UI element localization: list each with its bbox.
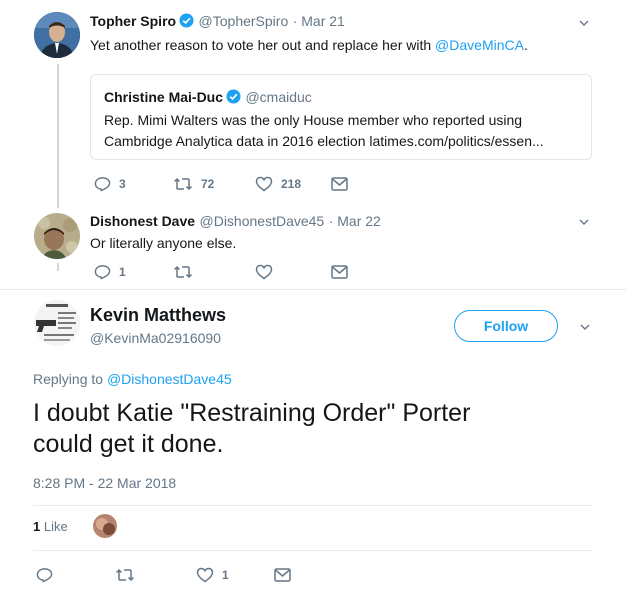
- reply-icon: [94, 177, 111, 192]
- author-handle[interactable]: @DishonestDave45: [200, 213, 325, 229]
- divider: [0, 289, 626, 290]
- verified-badge-icon: [226, 89, 241, 104]
- thread-line: [57, 263, 59, 271]
- liker-avatar[interactable]: [93, 514, 117, 538]
- tweet-date[interactable]: · Mar 21: [293, 13, 345, 29]
- author-name[interactable]: Dishonest Dave: [90, 213, 195, 229]
- divider: [33, 505, 593, 506]
- avatar[interactable]: [34, 213, 80, 259]
- retweet-button[interactable]: [173, 264, 193, 280]
- retweet-icon: [173, 177, 193, 191]
- heart-icon: [255, 264, 273, 280]
- reply-button[interactable]: [36, 567, 53, 583]
- reply-icon: [94, 265, 111, 280]
- tweet-text-part: .: [523, 37, 528, 53]
- like-button[interactable]: [255, 264, 273, 280]
- chevron-down-icon[interactable]: [579, 217, 589, 227]
- tweet-text: I doubt Katie "Restraining Order" Porter…: [33, 398, 470, 460]
- author-name[interactable]: Topher Spiro: [90, 13, 176, 29]
- avatar[interactable]: [34, 300, 80, 346]
- tweet-text: Or literally anyone else.: [90, 235, 237, 251]
- retweet-count: 72: [201, 177, 215, 191]
- likes-label: Like: [40, 519, 68, 534]
- quoted-tweet[interactable]: Christine Mai-Duc @cmaiduc Rep. Mimi Wal…: [90, 74, 592, 160]
- thread-line: [57, 64, 59, 208]
- envelope-icon: [331, 265, 348, 279]
- direct-message-button[interactable]: [331, 265, 348, 279]
- heart-icon: [255, 176, 273, 192]
- tweet-text-part: Yet another reason to vote her out and r…: [90, 37, 436, 53]
- direct-message-button[interactable]: [331, 177, 348, 191]
- follow-button[interactable]: Follow: [454, 310, 558, 342]
- like-button[interactable]: 218: [255, 176, 301, 192]
- reply-button[interactable]: 3: [94, 176, 126, 192]
- chevron-down-icon[interactable]: [579, 18, 589, 28]
- replying-to: Replying to @DishonestDave45: [33, 371, 232, 387]
- retweet-button[interactable]: 72: [173, 176, 214, 192]
- like-button[interactable]: 1: [196, 567, 229, 583]
- mention-link[interactable]: @DaveMinCA: [435, 37, 524, 53]
- tweet-date[interactable]: · Mar 22: [329, 213, 381, 229]
- tweet-timestamp[interactable]: 8:28 PM - 22 Mar 2018: [33, 475, 176, 491]
- author-handle[interactable]: @TopherSpiro: [199, 13, 289, 29]
- author-name[interactable]: Kevin Matthews: [90, 305, 226, 326]
- quoted-text-line: Cambridge Analytica data in 2016 electio…: [104, 133, 544, 149]
- avatar[interactable]: [34, 12, 80, 58]
- heart-icon: [196, 567, 214, 583]
- like-count: 1: [222, 568, 229, 582]
- like-count: 218: [281, 177, 302, 191]
- likes-summary[interactable]: 1 Like: [33, 519, 68, 534]
- follow-label: Follow: [483, 318, 529, 334]
- quoted-author-handle: @cmaiduc: [245, 89, 312, 105]
- envelope-icon: [274, 568, 291, 582]
- quoted-author-name: Christine Mai-Duc: [104, 89, 224, 105]
- retweet-button[interactable]: [115, 567, 135, 583]
- tweet-text: Yet another reason to vote her out and r…: [90, 37, 528, 53]
- retweet-icon: [173, 265, 193, 279]
- tweet-text-line: I doubt Katie "Restraining Order" Porter: [33, 399, 471, 427]
- direct-message-button[interactable]: [274, 568, 291, 582]
- reply-icon: [36, 568, 53, 583]
- tweet-text-line: could get it done.: [33, 430, 224, 458]
- chevron-down-icon[interactable]: [580, 322, 590, 332]
- envelope-icon: [331, 177, 348, 191]
- reply-count: 3: [119, 177, 126, 191]
- verified-badge-icon: [179, 13, 194, 28]
- quoted-text-line: Rep. Mimi Walters was the only House mem…: [104, 112, 523, 128]
- author-handle[interactable]: @KevinMa02916090: [90, 330, 221, 346]
- divider: [33, 550, 593, 551]
- replying-prefix: Replying to: [33, 371, 107, 387]
- replying-to-link[interactable]: @DishonestDave45: [107, 371, 232, 387]
- reply-count: 1: [119, 265, 126, 279]
- retweet-icon: [115, 568, 135, 582]
- reply-button[interactable]: 1: [94, 264, 126, 280]
